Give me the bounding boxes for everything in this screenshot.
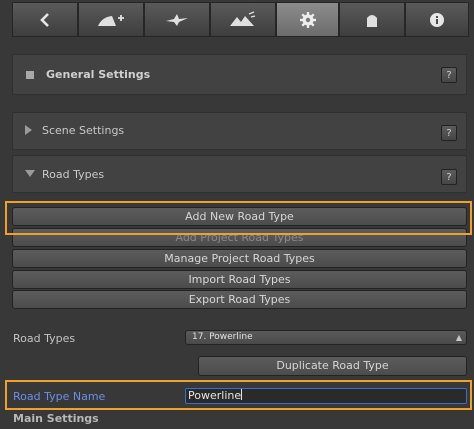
back-arrow-icon [37,12,53,28]
foldout-down-icon [25,170,35,177]
road-type-name-highlight [5,380,472,410]
tab-building[interactable] [339,2,405,37]
tab-terrain[interactable] [210,2,276,37]
add-new-road-type-highlight [5,201,472,235]
road-types-dropdown-value: 17. Powerline [192,332,253,342]
road-types-help-button[interactable]: ? [441,169,457,185]
gear-icon [299,11,317,29]
main-settings-label: Main Settings [13,412,99,425]
tab-add-road[interactable] [78,2,144,37]
tab-settings[interactable] [276,2,339,37]
general-settings-title: General Settings [46,68,151,81]
tab-back[interactable] [12,2,78,37]
road-types-title: Road Types [42,168,105,181]
import-road-types-button[interactable]: Import Road Types [12,270,467,289]
scene-settings-help-button[interactable]: ? [441,125,457,141]
road-types-panel[interactable]: Road Types ? [12,155,467,193]
add-road-icon [96,12,126,28]
road-types-dropdown[interactable]: 17. Powerline ▲︎ [185,330,467,345]
general-settings-help-button[interactable]: ? [441,67,457,83]
foldout-right-icon [25,125,32,135]
export-road-types-button[interactable]: Export Road Types [12,290,467,309]
scene-settings-title: Scene Settings [42,124,125,137]
terrain-icon [228,10,258,29]
info-icon [429,12,445,28]
tab-info[interactable] [405,2,469,37]
general-settings-panel: General Settings ? [12,54,467,95]
road-types-label: Road Types [13,332,76,345]
dropdown-arrow-icon: ▲︎ [455,333,462,342]
tab-intersection[interactable] [144,2,210,37]
building-icon [364,12,380,28]
duplicate-road-type-button[interactable]: Duplicate Road Type [198,356,467,376]
manage-project-road-types-button[interactable]: Manage Project Road Types [12,249,467,268]
intersection-icon [164,12,190,28]
collapse-square-icon [26,71,34,79]
scene-settings-panel[interactable]: Scene Settings ? [12,112,467,150]
